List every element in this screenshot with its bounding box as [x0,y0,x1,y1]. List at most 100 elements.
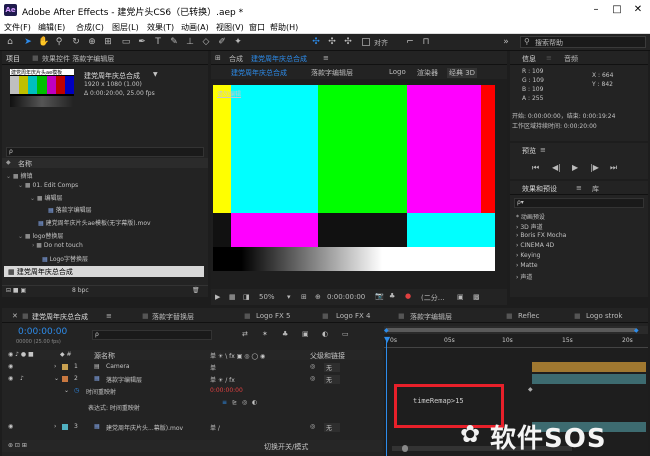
tree-item-selected[interactable]: ▦ 建党周年庆总合成 [4,266,204,277]
playhead[interactable] [386,340,387,456]
collapse-icon[interactable]: ⌄ [54,375,59,384]
layer-name[interactable]: 落款字编辑层 [106,375,142,384]
current-time-display[interactable]: 0:00:00:00 [18,327,67,337]
effects-category[interactable]: › CINEMA 4D [516,242,554,251]
clone-stamp-tool-icon[interactable]: ⊥ [184,36,196,48]
tree-item-folder[interactable]: ⌄ ■ 编辑层 [30,193,63,202]
effects-category[interactable]: › Keying [516,252,540,261]
tab-comp-logo[interactable]: Logo [389,68,406,76]
view-axis-icon[interactable]: ✣ [342,36,354,48]
table-row[interactable]: ◉ › 1 ▤ Camera 单 ◎ 无 [2,362,382,373]
lock-icon[interactable]: ⊞ [215,54,221,62]
menu-layer[interactable]: 图层(L) [112,22,139,33]
menu-composition[interactable]: 合成(C) [76,22,104,33]
comp-flowchart-icon[interactable]: ⇄ [242,330,248,338]
toggle-switches-modes[interactable]: 切换开关/模式 [264,442,308,451]
safe-zones-icon[interactable]: ⊞ [301,293,307,301]
tab-logo-fx4[interactable]: Logo FX 4 [336,312,371,320]
hand-tool-icon[interactable]: ✋ [38,36,50,48]
menu-view[interactable]: 视图(V) [216,22,244,33]
grid-icon[interactable]: ⊕ [315,293,321,301]
maximize-icon[interactable]: □ [609,2,625,18]
frame-blending-icon[interactable]: ▣ [302,330,309,338]
tab-audio[interactable]: 音频 [564,54,578,64]
keyframe-icon[interactable]: ◆ [528,386,533,393]
tree-item-folder[interactable]: ⌄ ■ 摘镇 [6,171,33,180]
tree-item-footage[interactable]: ▦ 建党周年庆片头ae模板(无字幕版).mov [38,218,151,227]
property-name[interactable]: 时间重映射 [86,387,116,396]
rectangle-tool-icon[interactable]: ▭ [120,36,132,48]
world-axis-icon[interactable]: ✣ [326,36,338,48]
snap-options-icon[interactable]: ⊓ [420,36,432,48]
effects-category[interactable]: › Boris FX Mocha [516,232,566,241]
column-source-name[interactable]: 源名称 [94,351,115,361]
next-frame-icon[interactable]: |▶ [590,163,599,172]
effects-category[interactable]: › Matte [516,262,538,271]
tree-item-folder[interactable]: › ■ Do not touch [32,242,83,251]
tree-item-folder[interactable]: ⌄ ■ logo替换层 [18,231,63,240]
tab-effect-controls[interactable]: 效果控件 落款字编辑层 [42,54,114,64]
parent-spiral-icon[interactable]: ◎ [310,363,315,372]
tab-logo-fx5[interactable]: Logo FX 5 [256,312,291,320]
tab-comp-subtitle[interactable]: 落款字编辑层 [311,68,353,78]
tree-item-comp[interactable]: ▦ 落款字编辑层 [48,205,92,214]
camera-tool-icon[interactable]: ⊕ [86,36,98,48]
render-time-icon[interactable]: ⊛ ⊡ ⊞ [8,442,27,451]
label-color[interactable] [62,364,68,370]
label-color[interactable] [62,424,68,430]
channel-icon[interactable]: ● [405,292,411,300]
menu-edit[interactable]: 编辑(E) [38,22,65,33]
work-area-start-icon[interactable]: ◆ [384,327,389,334]
close-icon[interactable]: ✕ [630,2,646,18]
timeline-search-input[interactable]: ρ [92,330,212,340]
last-frame-icon[interactable]: ⏭ [610,163,617,173]
selection-tool-icon[interactable]: ➤ [22,36,34,48]
tab-info[interactable]: 信息 [522,54,536,64]
effects-search-input[interactable]: ρ▾ [514,198,644,208]
column-parent[interactable]: 父级和链接 [310,351,345,361]
time-ruler[interactable]: 0s 05s 10s 15s 20s [384,336,648,348]
tab-project[interactable]: 项目 [6,54,20,64]
label-color[interactable] [62,376,68,382]
effects-category[interactable]: › 3D 声道 [516,222,543,231]
visibility-icon[interactable]: ◉ [8,363,13,372]
type-tool-icon[interactable]: T [152,36,164,48]
menu-effect[interactable]: 效果(T) [147,22,174,33]
zoom-chevron-icon[interactable]: ▾ [287,293,291,301]
zoom-dropdown[interactable]: 50% [259,293,275,301]
visibility-icon[interactable]: ◉ [8,375,13,384]
viewer-time[interactable]: 0:00:00:00 [327,293,365,301]
property-value[interactable]: 0:00:00:00 [210,387,243,396]
delete-icon[interactable]: 🗑 [192,287,200,296]
graph-editor-icon[interactable]: ▭ [342,330,349,338]
table-row[interactable]: ⌄ ◷ 时间重映射 0:00:00:00 [2,386,382,397]
transparency-grid-icon[interactable]: ▩ [473,293,480,301]
parent-spiral-icon[interactable]: ◎ [310,375,315,384]
local-axis-icon[interactable]: ✣ [310,36,322,48]
snap-icon[interactable]: ⌐ [404,36,416,48]
region-of-interest-icon[interactable]: ▣ [457,293,464,301]
visibility-icon[interactable]: ◉ [8,423,13,432]
draft-3d-icon[interactable]: ✶ [262,330,268,338]
expression-enable-icon[interactable]: ≡ [222,399,227,408]
expression-pickwhip-icon[interactable]: ◎ [242,399,247,408]
expression-text[interactable]: timeRemap>15 [413,397,464,405]
zoom-tool-icon[interactable]: ⚲ [53,36,65,48]
shy-icon[interactable]: ♣ [282,330,288,338]
tab-timeline-subtitle[interactable]: 落款字替换层 [152,312,194,322]
parent-dropdown[interactable]: 无 [324,375,341,384]
preview-menu-icon[interactable]: ≡ [540,146,546,154]
comp-viewport[interactable]: 请勿编辑 [211,79,507,289]
layer-name[interactable]: Camera [106,363,130,372]
minimize-icon[interactable]: – [588,2,604,18]
pen-tool-icon[interactable]: ✒ [136,36,148,48]
tab-subtitle-edit[interactable]: 落款字编辑层 [410,312,452,322]
expand-icon[interactable]: › [54,423,56,432]
tab-comp-main[interactable]: 建党周年庆总合成 [231,68,287,78]
tab-reflec[interactable]: Reflec [518,312,539,320]
table-row[interactable]: ◉ › 3 ▦ 建党周年庆片头...幕版).mov 单 / ◎ 无 [2,422,382,433]
align-checkbox[interactable] [362,38,370,46]
mask-toggle-icon[interactable]: ◨ [243,293,250,301]
tab-menu-icon[interactable]: ≡ [106,312,112,320]
stopwatch-icon[interactable]: ◷ [74,387,79,396]
